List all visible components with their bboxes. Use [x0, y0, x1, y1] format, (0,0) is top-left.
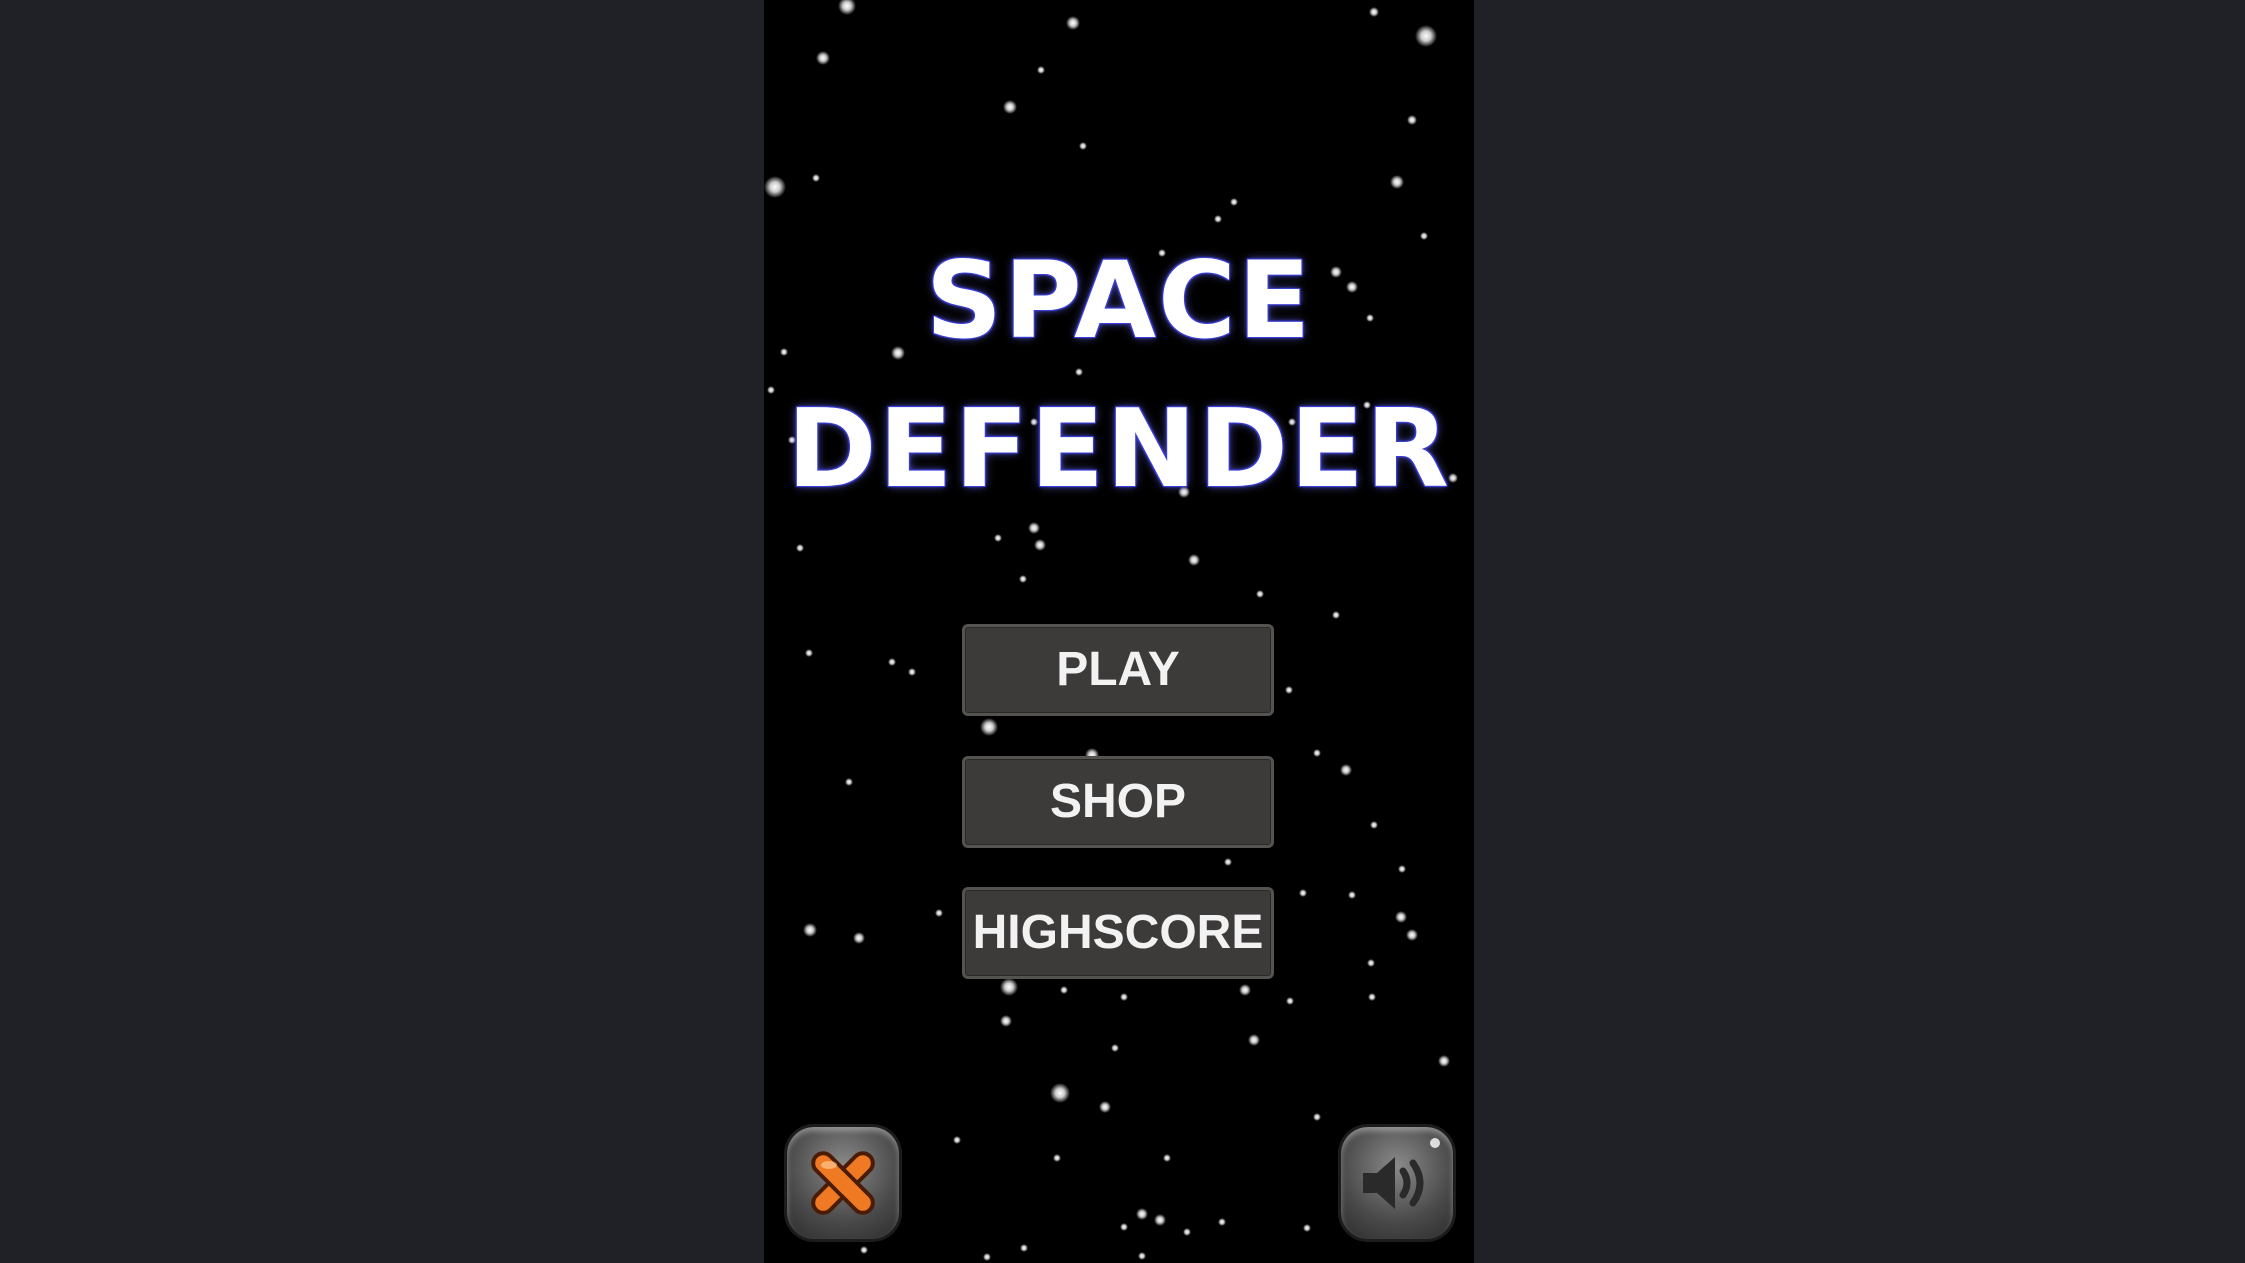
highscore-button[interactable]: HIGHSCORE — [962, 887, 1274, 979]
speaker-icon — [1363, 1138, 1440, 1209]
shop-button[interactable]: SHOP — [962, 756, 1274, 848]
game-title-line-2: DEFENDER — [787, 387, 1451, 512]
sound-toggle-button[interactable] — [1338, 1124, 1456, 1242]
close-button[interactable] — [784, 1124, 902, 1242]
close-icon — [811, 1151, 875, 1215]
game-screen: SPACE DEFENDER PLAY SHOP HIGHSCORE — [764, 0, 1474, 1263]
game-title-line-1: SPACE — [925, 239, 1313, 362]
letterbox-background: SPACE DEFENDER PLAY SHOP HIGHSCORE — [0, 0, 2245, 1263]
play-button[interactable]: PLAY — [962, 624, 1274, 716]
